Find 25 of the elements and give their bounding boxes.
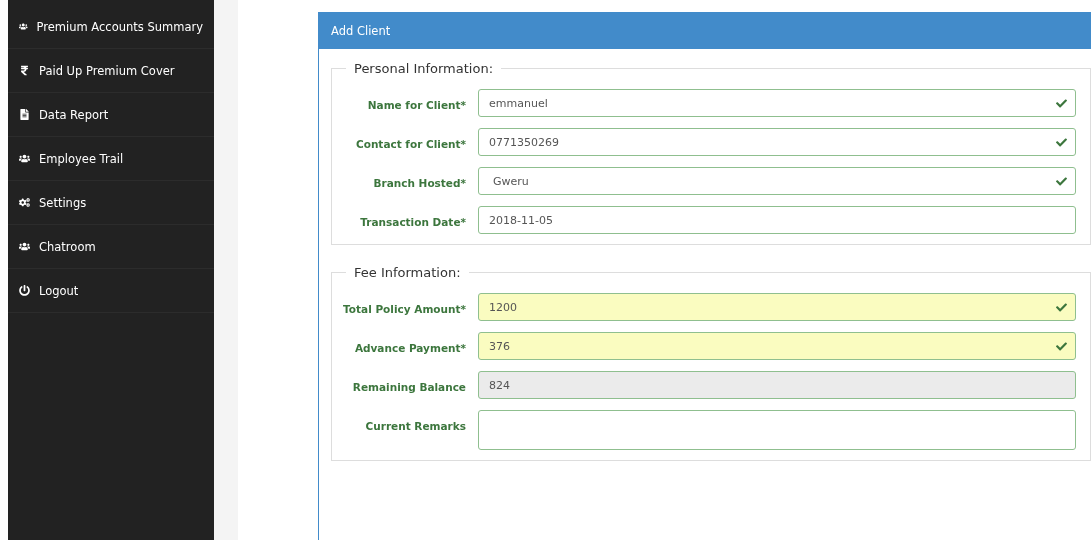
- field-label: Total Policy Amount*: [342, 302, 466, 317]
- field-label: Contact for Client*: [354, 137, 466, 152]
- field-label: Remaining Balance: [351, 380, 466, 395]
- rupee-icon: [19, 65, 30, 76]
- section-legend: Fee Information:: [346, 265, 469, 280]
- input-field[interactable]: 2018-11-05: [478, 206, 1076, 234]
- field-label: Current Remarks: [364, 419, 466, 434]
- users-icon: [19, 153, 30, 164]
- gears-icon: [19, 197, 30, 208]
- power-icon: [19, 285, 30, 296]
- input-field[interactable]: 376: [478, 332, 1076, 360]
- input-field[interactable]: emmanuel: [478, 89, 1076, 117]
- field-label: Advance Payment*: [353, 341, 466, 356]
- users-icon: [19, 21, 28, 32]
- document-icon: [19, 109, 30, 120]
- panel-title: Add Client: [319, 13, 1091, 49]
- input-field[interactable]: 0771350269: [478, 128, 1076, 156]
- field-label: Transaction Date*: [359, 215, 466, 230]
- field-label: Branch Hosted*: [372, 176, 466, 191]
- field-label: Name for Client*: [366, 98, 466, 113]
- input-field[interactable]: 1200: [478, 293, 1076, 321]
- users-icon: [19, 241, 30, 252]
- textarea-field[interactable]: [478, 410, 1076, 450]
- select-field[interactable]: Gweru: [478, 167, 1076, 195]
- section-legend: Personal Information:: [346, 61, 502, 76]
